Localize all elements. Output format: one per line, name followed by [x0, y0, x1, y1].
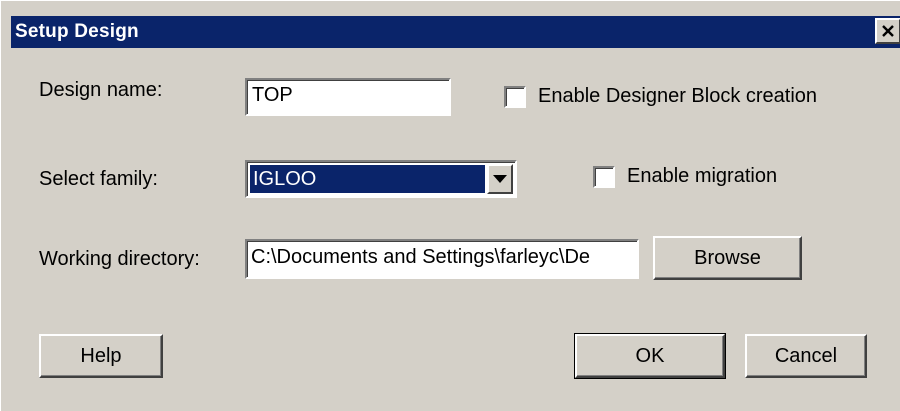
design-name-label: Design name: [39, 79, 163, 101]
select-family-label: Select family: [39, 168, 158, 190]
cancel-button[interactable]: Cancel [745, 334, 867, 378]
close-icon [882, 25, 894, 37]
help-button[interactable]: Help [39, 334, 163, 378]
enable-designer-block-checkbox[interactable] [504, 86, 526, 108]
dropdown-arrow-button[interactable] [487, 164, 513, 194]
enable-migration-label[interactable]: Enable migration [627, 165, 777, 188]
close-button[interactable] [875, 18, 900, 44]
setup-design-dialog: Setup Design Design name: TOP Enable Des… [0, 0, 900, 411]
enable-migration-checkbox[interactable] [593, 166, 615, 188]
enable-designer-block-label[interactable]: Enable Designer Block creation [538, 85, 817, 108]
design-name-input[interactable]: TOP [245, 78, 451, 116]
ok-button[interactable]: OK [574, 333, 726, 379]
title-bar[interactable]: Setup Design [11, 16, 900, 48]
family-select[interactable]: IGLOO [245, 160, 517, 198]
working-directory-input[interactable]: C:\Documents and Settings\farleyc\De [245, 239, 639, 279]
chevron-down-icon [493, 175, 507, 183]
browse-button[interactable]: Browse [653, 236, 802, 280]
family-select-value: IGLOO [250, 165, 485, 193]
dialog-title: Setup Design [15, 21, 139, 42]
working-directory-label: Working directory: [39, 248, 200, 270]
